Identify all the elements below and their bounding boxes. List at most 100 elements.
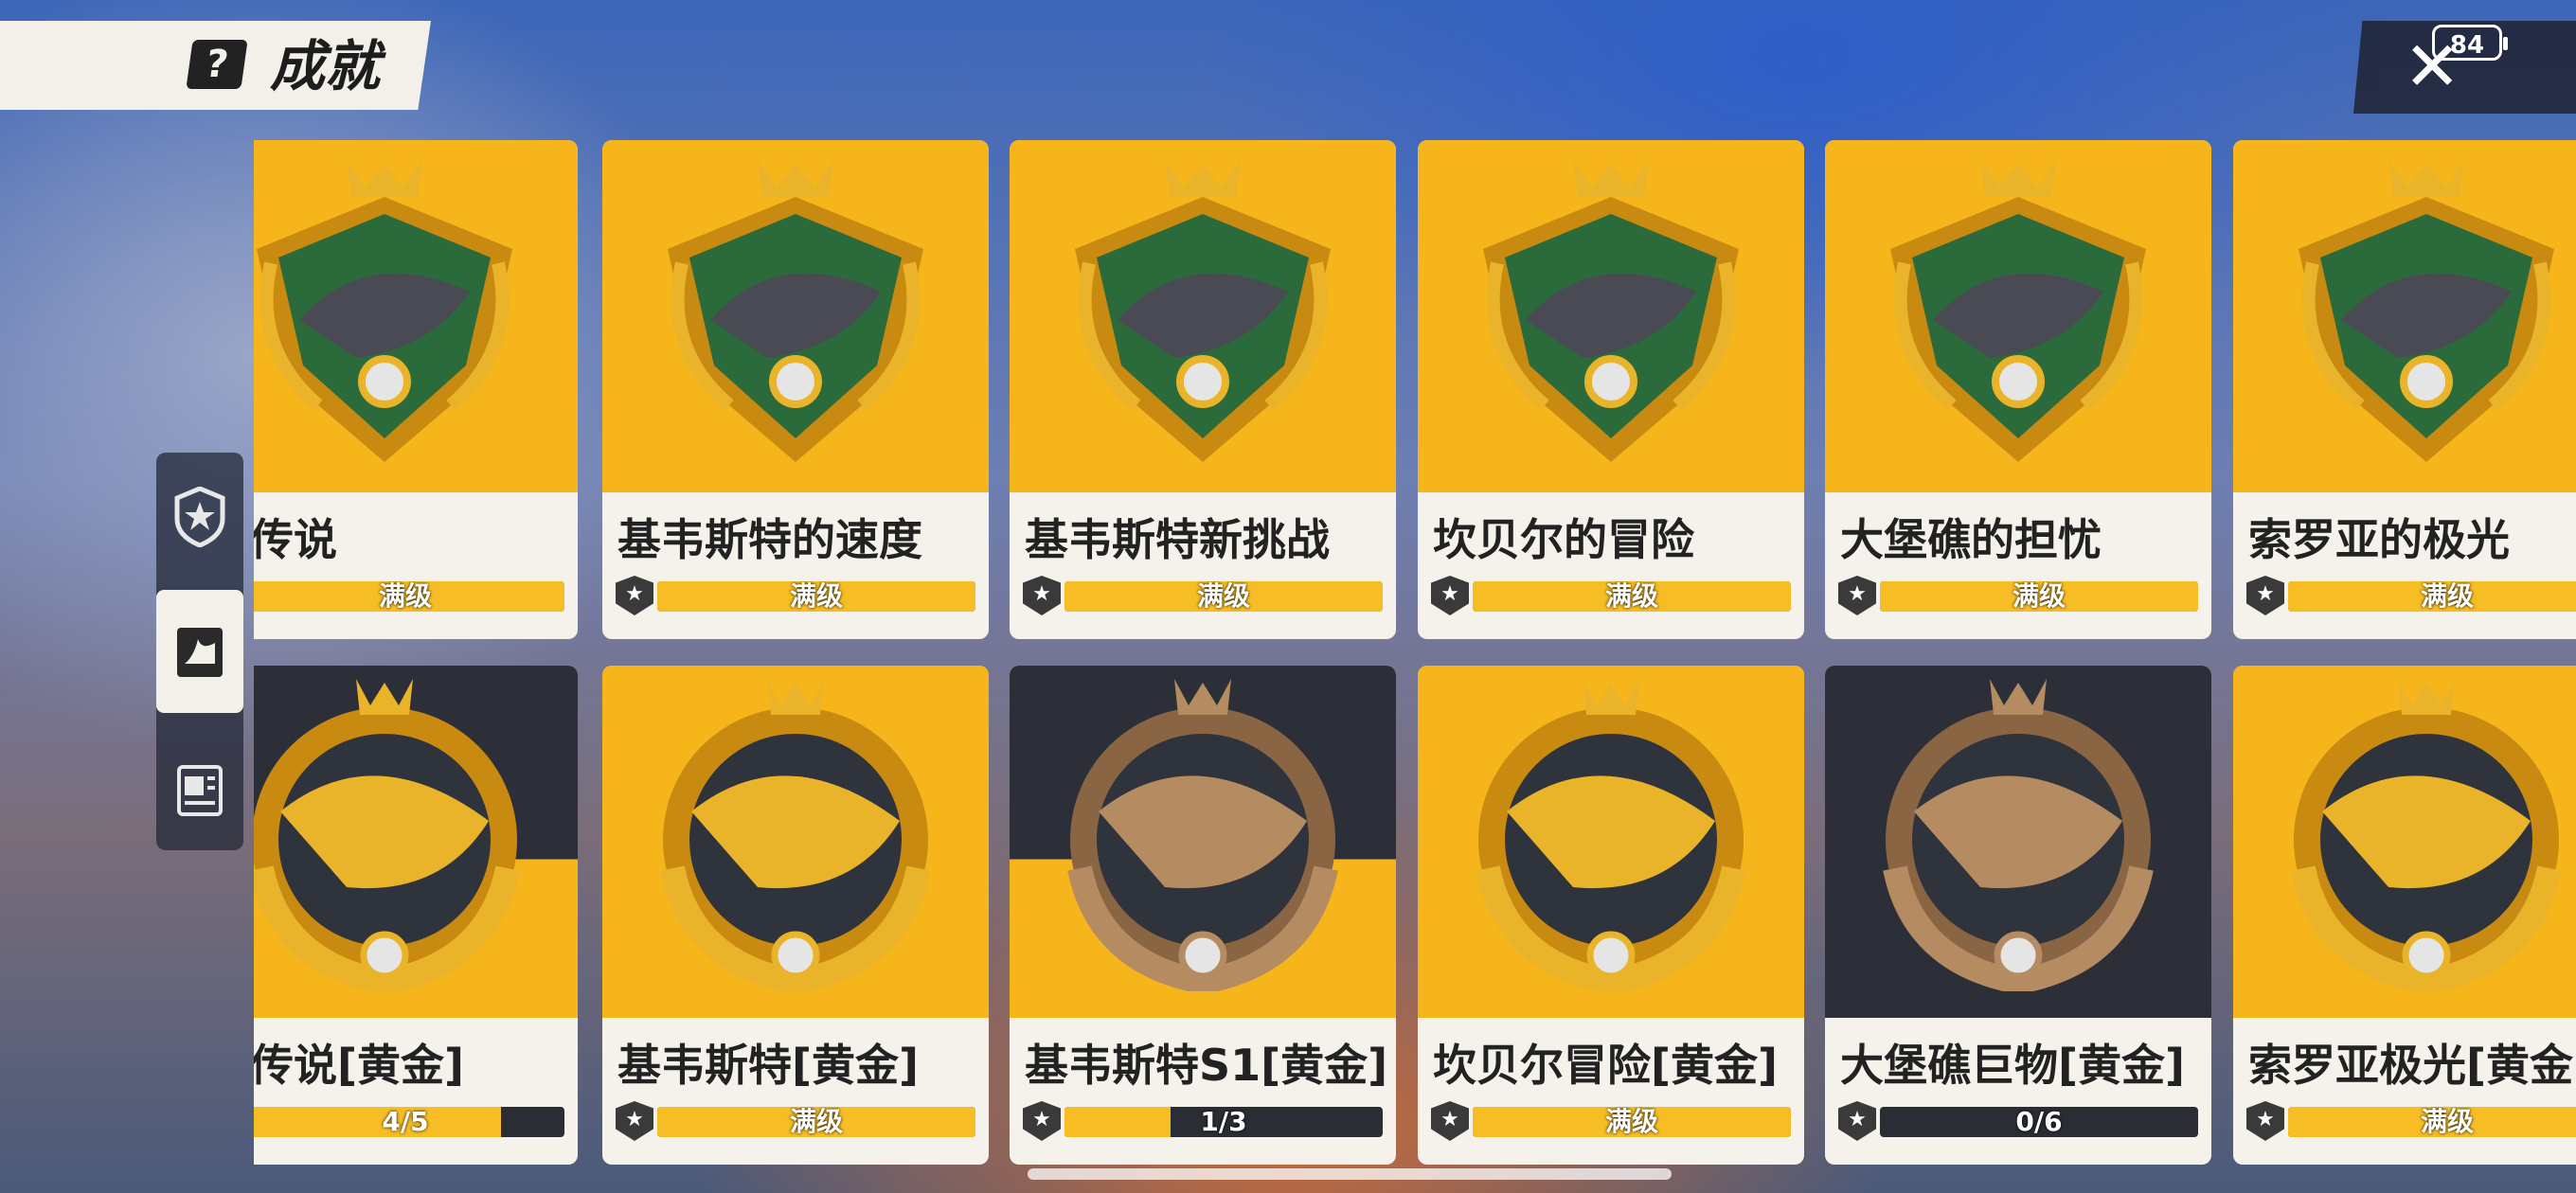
shark-crest-icon — [1890, 159, 2146, 462]
achievement-card[interactable]: 坎贝尔的冒险 ★ 满级 — [1418, 140, 1804, 639]
progress-label: 满级 — [1604, 581, 1658, 612]
progress-track: 1/3 — [1064, 1107, 1383, 1137]
gold-marlin-medal-icon — [660, 679, 931, 991]
swordfish-crest-icon — [668, 159, 923, 462]
achievement-grid: 湖传说★满级基韦斯特的速度★满级基韦斯特新挑战★满级坎贝尔的冒险★满级大堡礁的担… — [0, 0, 2576, 1193]
achievement-art — [1010, 140, 1396, 492]
progress-track: 满级 — [2288, 1107, 2576, 1137]
achievement-name: 基韦斯特新挑战 — [1025, 514, 1330, 565]
achievement-art — [1418, 140, 1804, 492]
achievement-art — [1418, 666, 1804, 1018]
achievement-name: 基韦斯特S1[黄金] — [1025, 1040, 1388, 1091]
horizontal-scrollbar[interactable] — [1028, 1168, 1672, 1180]
star-shield-icon: ★ — [1838, 1101, 1876, 1141]
achievement-progress: ★ 满级 — [1838, 576, 2198, 615]
achievement-progress: ★ 满级 — [616, 576, 975, 615]
progress-track: 0/6 — [1880, 1107, 2198, 1137]
achievement-progress: ★ 满级 — [2246, 576, 2576, 615]
battery-indicator: 84 — [2432, 25, 2508, 61]
nav-item-star-badge[interactable] — [156, 453, 243, 576]
achievement-name: 索罗亚极光[黄金 — [2248, 1040, 2574, 1091]
achievement-name: 坎贝尔的冒险 — [1433, 514, 1694, 565]
achievement-name: 湖传说[黄金] — [206, 1040, 465, 1091]
journal-icon — [177, 765, 223, 816]
achievement-card[interactable]: 基韦斯特的速度 ★ 满级 — [602, 140, 989, 639]
achievement-progress: ★ 1/3 — [1023, 1101, 1383, 1141]
achievement-progress: ★ 0/6 — [1838, 1101, 2198, 1141]
achievement-art — [602, 666, 989, 1018]
star-shield-icon: ★ — [1431, 576, 1469, 615]
achievement-card[interactable]: 大堡礁的担忧 ★ 满级 — [1825, 140, 2211, 639]
gold-shark-medal-icon — [2291, 679, 2562, 991]
achievement-name: 基韦斯特[黄金] — [617, 1040, 920, 1091]
white-marlin-crest-icon — [1075, 159, 1331, 462]
achievement-progress: ★ 满级 — [2246, 1101, 2576, 1141]
achievement-art — [602, 140, 989, 492]
achievement-card[interactable]: 基韦斯特新挑战 ★ 满级 — [1010, 140, 1396, 639]
progress-label: 满级 — [1604, 1107, 1658, 1137]
bronze-shark-medal-icon — [1883, 679, 2154, 991]
progress-label: 满级 — [789, 581, 843, 612]
star-shield-icon — [174, 487, 225, 547]
gold-predator-medal-icon — [1476, 679, 1746, 991]
achievement-art — [2233, 666, 2576, 1018]
achievement-card[interactable]: 湖传说★满级 — [254, 140, 578, 639]
achievement-name: 大堡礁的担忧 — [1840, 514, 2102, 565]
star-shield-icon: ★ — [2246, 1101, 2284, 1141]
achievement-name: 大堡礁巨物[黄金] — [1840, 1040, 2186, 1091]
progress-label: 1/3 — [1200, 1107, 1247, 1137]
achievement-card[interactable]: 索罗亚极光[黄金 ★ 满级 — [2233, 666, 2576, 1165]
progress-label: 满级 — [2012, 581, 2066, 612]
progress-label: 满级 — [2420, 581, 2474, 612]
nav-item-fish-book[interactable] — [156, 590, 243, 713]
achievement-name: 基韦斯特的速度 — [617, 514, 922, 565]
progress-track: 满级 — [1473, 581, 1791, 612]
progress-track: 满级 — [657, 581, 975, 612]
star-shield-icon: ★ — [1838, 576, 1876, 615]
achievement-progress: ★ 满级 — [1023, 576, 1383, 615]
progress-track: 满级 — [1473, 1107, 1791, 1137]
progress-track: 满级 — [1064, 581, 1383, 612]
achievement-card[interactable]: 大堡礁巨物[黄金] ★ 0/6 — [1825, 666, 2211, 1165]
achievement-art — [254, 140, 578, 492]
achievement-art — [1825, 140, 2211, 492]
achievement-card[interactable]: 基韦斯特[黄金] ★ 满级 — [602, 666, 989, 1165]
star-shield-icon: ★ — [2246, 576, 2284, 615]
page-title: 成就 — [270, 34, 381, 98]
bronze-marlin-medal-icon — [1067, 679, 1338, 991]
achievement-art — [2233, 140, 2576, 492]
achievement-progress: ★ 4/5 — [205, 1101, 564, 1141]
achievement-name: 索罗亚的极光 — [2248, 514, 2510, 565]
progress-label: 0/6 — [2015, 1107, 2063, 1137]
grey-shark-crest-icon — [2299, 159, 2554, 462]
progress-label: 满级 — [789, 1107, 843, 1137]
question-box-icon: ? — [186, 40, 248, 89]
achievement-card[interactable]: 坎贝尔冒险[黄金] ★ 满级 — [1418, 666, 1804, 1165]
star-shield-icon: ★ — [616, 576, 653, 615]
progress-track: 满级 — [2288, 581, 2576, 612]
nav-item-journal[interactable] — [156, 727, 243, 850]
fish-crest-icon — [257, 159, 512, 462]
progress-label: 满级 — [1196, 581, 1250, 612]
achievement-card[interactable]: 索罗亚的极光 ★ 满级 — [2233, 140, 2576, 639]
progress-track: 满级 — [657, 1107, 975, 1137]
progress-label: 满级 — [378, 581, 432, 612]
side-nav — [156, 453, 243, 850]
achievement-progress: ★ 满级 — [1431, 576, 1791, 615]
achievement-card[interactable]: 湖传说[黄金] ★ 4/5 — [205, 666, 578, 1165]
achievement-art — [254, 666, 578, 1018]
achievement-progress: ★满级 — [254, 578, 564, 614]
star-shield-icon: ★ — [205, 1101, 242, 1141]
star-shield-icon: ★ — [1023, 576, 1061, 615]
achievement-art — [1825, 666, 2211, 1018]
achievement-card[interactable]: 基韦斯特S1[黄金] ★ 1/3 — [1010, 666, 1396, 1165]
star-shield-icon: ★ — [1431, 1101, 1469, 1141]
fish-book-icon — [177, 628, 223, 677]
progress-label: 满级 — [2420, 1107, 2474, 1137]
progress-track: 满级 — [1880, 581, 2198, 612]
progress-label: 4/5 — [382, 1107, 429, 1137]
achievement-progress: ★满级 — [616, 1101, 975, 1141]
gold-fish-medal-icon — [254, 679, 520, 991]
achievement-name: 坎贝尔冒险[黄金] — [1433, 1040, 1779, 1091]
achievement-progress: ★ 满级 — [1431, 1101, 1791, 1141]
